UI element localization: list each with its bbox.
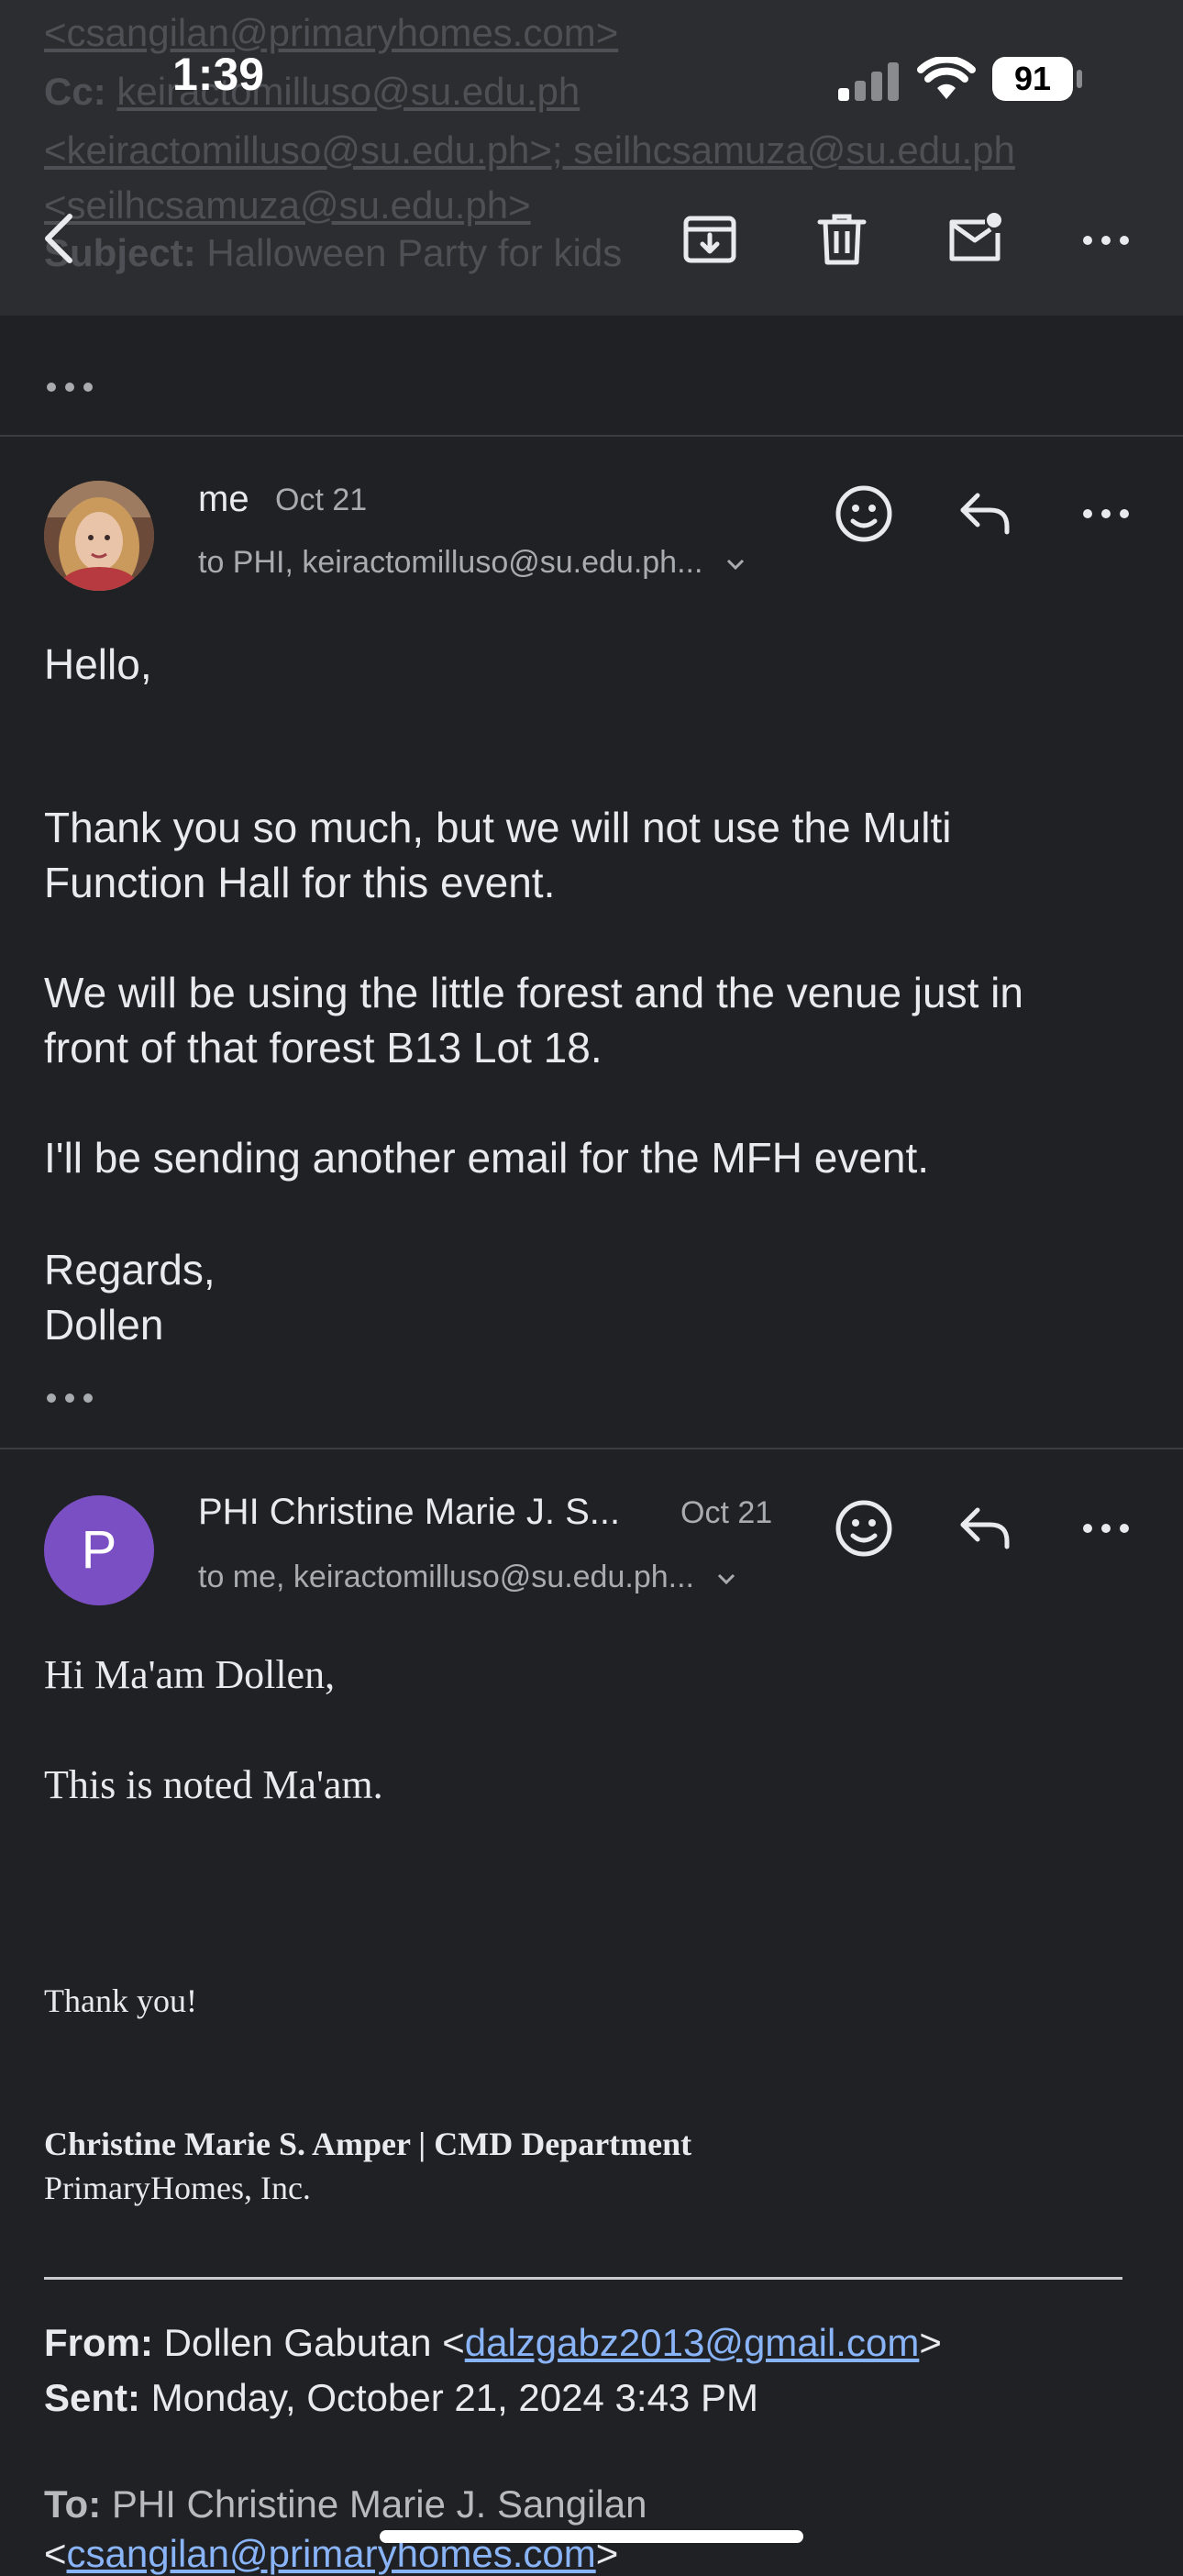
more-icon[interactable] (1073, 481, 1139, 547)
chevron-down-icon (718, 1573, 735, 1585)
email-link[interactable]: dalzgabz2013@gmail.com (465, 2321, 920, 2364)
sender-name: me (198, 479, 249, 519)
trash-icon[interactable] (813, 209, 871, 268)
mark-unread-icon[interactable] (945, 209, 1003, 268)
ghost-header-line: Cc: keiractomilluso@su.edu.ph (44, 70, 580, 113)
quoted-to-line: To: PHI Christine Marie J. Sangilan (44, 2482, 647, 2526)
ghost-header-line: <csangilan@primaryhomes.com> (44, 11, 619, 54)
avatar[interactable] (44, 481, 154, 591)
status-time: 1:39 (172, 49, 265, 100)
divider (0, 435, 1183, 437)
signature-name: Christine Marie S. Amper | CMD Departmen… (44, 2126, 692, 2162)
top-toolbar: <csangilan@primaryhomes.com> Cc: keiract… (0, 0, 1183, 316)
signature-company: PrimaryHomes, Inc. (44, 2170, 311, 2206)
message-signoff: Regards, Dollen (44, 1246, 216, 1349)
recipients-summary[interactable]: to PHI, keiractomilluso@su.edu.ph... (198, 545, 746, 581)
more-icon[interactable] (1073, 1495, 1139, 1561)
more-icon[interactable] (1077, 209, 1135, 268)
home-indicator[interactable] (380, 2530, 803, 2543)
signal-icon (836, 61, 902, 105)
message-greeting: Hi Ma'am Dollen, (44, 1652, 336, 1697)
emoji-reaction-icon[interactable] (831, 481, 897, 547)
message-paragraph: Hello, (44, 640, 152, 688)
back-arrow-icon[interactable] (33, 209, 92, 268)
sender-name: PHI Christine Marie J. S... (198, 1492, 621, 1532)
message-paragraph: This is noted Ma'am. (44, 1762, 383, 1807)
message-date: Oct 21 (680, 1495, 773, 1530)
avatar[interactable]: P (44, 1495, 154, 1605)
reply-icon[interactable] (952, 481, 1018, 547)
ghost-header-line: <seilhcsamuza@su.edu.ph> (44, 183, 531, 227)
emoji-reaction-icon[interactable] (831, 1495, 897, 1561)
battery-cap (1077, 70, 1082, 88)
reply-icon[interactable] (952, 1495, 1018, 1561)
avatar-letter: P (44, 1495, 154, 1605)
ghost-header-line: <keiractomilluso@su.edu.ph>; seilhcsamuz… (44, 128, 1015, 172)
message-paragraph: Thank you so much, but we will not use t… (44, 804, 952, 906)
quote-divider (44, 2277, 1122, 2280)
wifi-icon (917, 55, 976, 105)
show-trimmed-content-dots[interactable] (44, 1382, 99, 1419)
message-paragraph: We will be using the little forest and t… (44, 969, 1023, 1071)
quoted-sent-line: Sent: Monday, October 21, 2024 3:43 PM (44, 2376, 758, 2419)
recipients-summary[interactable]: to me, keiractomilluso@su.edu.ph... (198, 1560, 737, 1595)
chevron-down-icon (726, 559, 744, 571)
message-paragraph: I'll be sending another email for the MF… (44, 1134, 930, 1182)
ghost-header-line: Subject: Halloween Party for kids (44, 231, 623, 274)
archive-icon[interactable] (680, 209, 739, 268)
message-date: Oct 21 (275, 483, 368, 517)
recipients-text: to me, keiractomilluso@su.edu.ph... (198, 1560, 694, 1594)
message-paragraph: Thank you! (44, 1982, 197, 2019)
quoted-from-line: From: Dollen Gabutan <dalzgabz2013@gmail… (44, 2321, 942, 2364)
divider (0, 1448, 1183, 1449)
battery-icon: 91 (992, 57, 1073, 101)
collapsed-messages-dots[interactable] (44, 367, 99, 412)
battery-level: 91 (1013, 60, 1052, 97)
recipients-text: to PHI, keiractomilluso@su.edu.ph... (198, 545, 703, 580)
